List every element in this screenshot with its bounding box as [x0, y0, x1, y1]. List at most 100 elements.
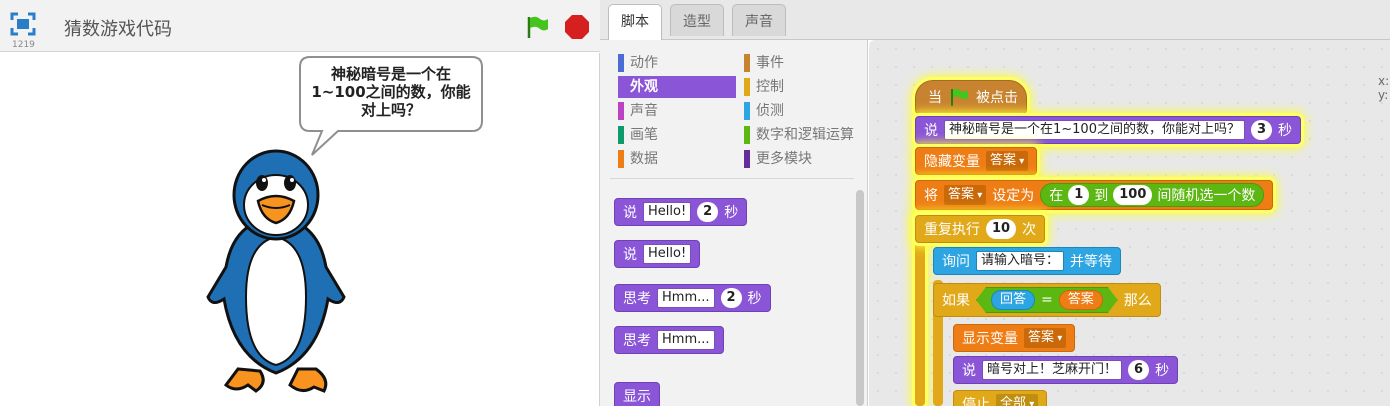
block-equals[interactable]: 回答 = 答案: [976, 287, 1118, 313]
category-swatch: [618, 126, 624, 144]
green-flag-icon: [951, 88, 968, 106]
block-set-variable[interactable]: 将 答案 设定为 在 1 到 100 间随机选一个数: [915, 180, 1274, 210]
category-sound[interactable]: 声音: [618, 100, 736, 122]
block-ask-and-wait[interactable]: 询问 请输入暗号： 并等待: [933, 247, 1122, 275]
text-slot[interactable]: 神秘暗号是一个在1~100之间的数，你能对上吗？: [944, 120, 1245, 140]
category-swatch: [618, 54, 624, 72]
block-keyword: 将: [924, 188, 938, 204]
block-think[interactable]: 思考 Hmm...: [614, 326, 724, 354]
editor-tabs: 脚本 造型 声音: [600, 0, 1390, 41]
block-pick-random[interactable]: 在 1 到 100 间随机选一个数: [1040, 183, 1265, 207]
text-slot[interactable]: 暗号对上！芝麻开门！: [982, 360, 1123, 380]
block-keyword: 隐藏变量: [924, 154, 980, 170]
number-slot[interactable]: 100: [1113, 185, 1153, 205]
number-slot[interactable]: 2: [697, 202, 719, 222]
block-keyword: 次: [1022, 222, 1037, 238]
tab-costumes[interactable]: 造型: [670, 4, 724, 36]
block-think-for-secs[interactable]: 思考 Hmm... 2 秒: [614, 284, 771, 312]
block-show[interactable]: 显示: [614, 382, 660, 406]
green-flag-icon[interactable]: [524, 14, 550, 40]
category-motion[interactable]: 动作: [618, 52, 736, 74]
variable-dropdown[interactable]: 答案: [986, 151, 1029, 171]
category-events[interactable]: 事件: [744, 52, 862, 74]
block-if-then[interactable]: 如果 回答 = 答案 那么: [933, 283, 1161, 317]
number-slot[interactable]: 1: [1068, 185, 1090, 205]
text-slot[interactable]: Hello!: [643, 202, 692, 222]
block-keyword: 说: [924, 123, 938, 139]
block-keyword: 秒: [724, 205, 739, 221]
block-keyword: 当: [928, 90, 942, 106]
number-slot[interactable]: 6: [1128, 360, 1150, 380]
category-label: 外观: [630, 79, 658, 95]
category-swatch: [744, 102, 750, 120]
category-swatch: [618, 102, 624, 120]
block-keyword: 重复执行: [924, 222, 980, 238]
stage-header: 1219 猜数游戏代码: [0, 0, 600, 52]
fullscreen-icon[interactable]: [10, 12, 36, 36]
block-keyword: 说: [962, 363, 976, 379]
penguin-sprite[interactable]: [206, 147, 346, 401]
block-when-flag-clicked[interactable]: 当 被点击: [915, 80, 1027, 114]
category-label: 更多模块: [756, 151, 812, 167]
block-say-for-secs[interactable]: 说 Hello! 2 秒: [614, 198, 748, 226]
palette-scrollbar[interactable]: [856, 190, 864, 406]
block-keyword: 显示: [623, 389, 651, 405]
category-label: 声音: [630, 103, 658, 119]
number-slot[interactable]: 2: [720, 288, 742, 308]
sprite-position: x: y:: [1378, 74, 1389, 102]
block-say-for-secs[interactable]: 说 神秘暗号是一个在1~100之间的数，你能对上吗？ 3 秒: [915, 116, 1302, 144]
category-swatch: [744, 78, 750, 96]
category-looks[interactable]: 外观: [618, 76, 736, 98]
block-keyword: 并等待: [1070, 254, 1113, 270]
block-keyword: 被点击: [976, 90, 1018, 106]
category-label: 事件: [756, 55, 784, 71]
block-keyword: 说: [623, 247, 637, 263]
block-say[interactable]: 说 Hello!: [614, 240, 701, 268]
block-answer[interactable]: 回答: [991, 290, 1035, 310]
number-slot[interactable]: 3: [1250, 120, 1273, 140]
block-keyword: 秒: [747, 291, 762, 307]
category-swatch: [618, 78, 624, 96]
stage[interactable]: 神秘暗号是一个在1~100之间的数，你能对上吗？: [0, 53, 600, 406]
variable-dropdown[interactable]: 答案: [944, 185, 987, 205]
category-sensing[interactable]: 侦测: [744, 100, 862, 122]
category-label: 数据: [630, 151, 658, 167]
category-swatch: [744, 150, 750, 168]
category-data[interactable]: 数据: [618, 148, 736, 170]
text-slot[interactable]: Hmm...: [657, 288, 715, 308]
sprite-x-label: x:: [1378, 74, 1390, 88]
block-keyword: 思考: [623, 333, 651, 349]
category-control[interactable]: 控制: [744, 76, 862, 98]
category-more-blocks[interactable]: 更多模块: [744, 148, 862, 170]
stop-icon[interactable]: [564, 14, 590, 40]
category-label: 动作: [630, 55, 658, 71]
block-keyword: =: [1041, 292, 1053, 308]
palette-divider: [610, 178, 854, 179]
variable-dropdown[interactable]: 答案: [1024, 328, 1067, 348]
tab-scripts[interactable]: 脚本: [608, 4, 662, 41]
block-keyword: 到: [1094, 188, 1109, 204]
category-operators[interactable]: 数字和逻辑运算: [744, 124, 862, 146]
block-hide-variable[interactable]: 隐藏变量 答案: [915, 147, 1038, 175]
block-keyword: 秒: [1155, 363, 1170, 379]
speech-text: 神秘暗号是一个在1~100之间的数，你能对上吗？: [311, 65, 471, 119]
scripts-area[interactable]: 当 被点击 说 神秘暗号是一个在1~100之间的数，你能对上吗？ 3 秒 隐藏变…: [869, 40, 1390, 406]
category-swatch: [744, 126, 750, 144]
block-keyword: 说: [623, 205, 637, 221]
text-slot[interactable]: Hmm...: [657, 330, 715, 350]
block-repeat[interactable]: 重复执行 10 次: [915, 215, 1046, 243]
block-stop[interactable]: 停止 全部: [953, 390, 1048, 406]
stop-dropdown[interactable]: 全部: [996, 394, 1039, 406]
text-slot[interactable]: 请输入暗号：: [976, 251, 1065, 271]
block-say-for-secs[interactable]: 说 暗号对上！芝麻开门！ 6 秒: [953, 356, 1179, 384]
block-keyword: 停止: [962, 397, 990, 406]
block-palette: 动作 事件 外观 控制 声音 侦测 画笔 数字和逻辑运算 数据 更多模块 说 H…: [600, 40, 868, 406]
category-pen[interactable]: 画笔: [618, 124, 736, 146]
text-slot[interactable]: Hello!: [643, 244, 692, 264]
block-variable[interactable]: 答案: [1059, 290, 1103, 310]
block-show-variable[interactable]: 显示变量 答案: [953, 324, 1076, 352]
tab-sounds[interactable]: 声音: [732, 4, 786, 36]
scratch-editor: 1219 猜数游戏代码 神秘暗号是一个在1~100之间的数，你能对上吗？ 脚本 …: [0, 0, 1390, 406]
category-label: 画笔: [630, 127, 658, 143]
number-slot[interactable]: 10: [986, 219, 1017, 239]
